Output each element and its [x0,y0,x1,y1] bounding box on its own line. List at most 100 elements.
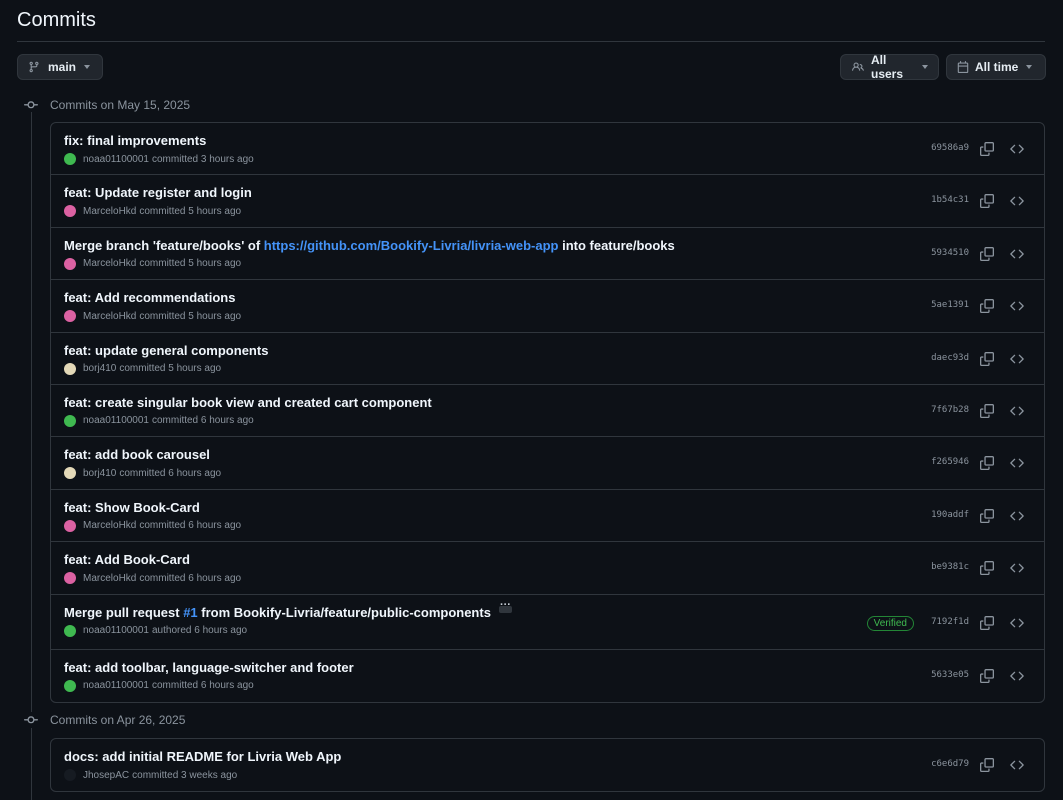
commit-message-link[interactable]: fix: final improvements [64,133,206,148]
avatar[interactable] [64,624,76,637]
commit-meta: MarceloHkd committed 5 hours ago [64,310,241,323]
commit-message-link[interactable]: feat: Show Book-Card [64,500,200,515]
copy-icon[interactable] [980,508,994,523]
browse-code-icon[interactable] [1010,299,1024,313]
commit-message-text[interactable]: into feature/books [558,238,675,253]
commit-author[interactable]: borj410 [83,363,116,374]
branch-label: main [48,60,77,74]
copy-icon[interactable] [980,456,994,471]
commit-message-text[interactable]: Merge pull request [64,605,183,620]
copy-icon[interactable] [980,246,994,261]
copy-icon[interactable] [980,403,994,418]
commit-message-text[interactable]: Merge branch 'feature/books' of [64,238,264,253]
commit-meta: MarceloHkd committed 6 hours ago [64,519,241,532]
copy-icon[interactable] [980,299,994,314]
copy-icon[interactable] [980,142,994,156]
browse-code-icon[interactable] [1010,758,1024,772]
copy-icon[interactable] [980,194,994,209]
page-title: Commits [17,9,96,31]
commit-author[interactable]: noaa01100001 [83,625,149,636]
browse-code-icon[interactable] [1010,561,1024,575]
users-filter-button[interactable]: All users [840,53,939,81]
commit-time: committed 5 hours ago [139,205,242,217]
commit-message-link[interactable]: docs: add initial README for Livria Web … [64,749,341,764]
commit-message: feat: add book carousel [64,447,210,462]
commit-message-text[interactable]: from Bookify-Livria/feature/public-compo… [198,605,491,620]
commit-sha[interactable]: 190addf [931,510,969,520]
commit-sha[interactable]: 5633e05 [931,670,969,680]
browse-code-icon[interactable] [1010,616,1024,630]
browse-code-icon[interactable] [1010,669,1024,683]
commit-sha[interactable]: 1b54c31 [931,195,969,205]
commit-message-link[interactable]: feat: add toolbar, language-switcher and… [64,660,354,675]
commit-time: committed 5 hours ago [139,258,242,270]
browse-code-icon[interactable] [1010,352,1024,366]
commit-sha[interactable]: daec93d [931,353,969,363]
avatar[interactable] [64,414,76,427]
commit-row: feat: Show Book-Card MarceloHkd committed … [51,490,1044,543]
copy-icon[interactable] [980,351,994,366]
avatar[interactable] [64,257,76,270]
commit-sha[interactable]: 7f67b28 [931,405,969,415]
commit-sha[interactable]: 7192f1d [931,617,969,627]
commit-author[interactable]: MarceloHkd [83,573,136,584]
expand-description-button[interactable] [498,599,512,613]
commit-message-link[interactable]: feat: Update register and login [64,185,252,200]
browse-code-icon[interactable] [1010,194,1024,208]
commit-author[interactable]: JhosepAC [83,770,129,781]
commit-message: feat: Show Book-Card [64,500,200,515]
commit-time: authored 6 hours ago [152,625,248,637]
commit-message: feat: Add Book-Card [64,552,190,567]
commit-message-link[interactable]: feat: update general components [64,343,268,358]
commit-author[interactable]: MarceloHkd [83,206,136,217]
copy-icon[interactable] [980,668,994,683]
avatar[interactable] [64,310,76,323]
time-filter-button[interactable]: All time [946,54,1046,80]
commit-author[interactable]: noaa01100001 [83,415,149,426]
commit-message-link[interactable]: feat: create singular book view and crea… [64,395,432,410]
commit-message: feat: add toolbar, language-switcher and… [64,660,354,675]
browse-code-icon[interactable] [1010,509,1024,523]
avatar[interactable] [64,153,76,165]
commit-message: feat: update general components [64,343,268,358]
commit-sha[interactable]: c6e6d79 [931,759,969,769]
commit-author[interactable]: noaa01100001 [83,680,149,691]
commit-sha[interactable]: 69586a9 [931,143,969,153]
commit-message-link[interactable]: feat: add book carousel [64,447,210,462]
commit-sha[interactable]: be9381c [931,562,969,572]
commit-message-link[interactable]: #1 [183,605,197,620]
avatar[interactable] [64,362,76,375]
avatar[interactable] [64,205,76,218]
commit-author[interactable]: MarceloHkd [83,520,136,531]
commit-meta: MarceloHkd committed 6 hours ago [64,572,241,585]
commit-message-link[interactable]: https://github.com/Bookify-Livria/livria… [264,238,559,253]
copy-icon[interactable] [980,615,994,630]
commit-author[interactable]: noaa01100001 [83,154,149,165]
browse-code-icon[interactable] [1010,142,1024,156]
commit-author[interactable]: MarceloHkd [83,258,136,269]
commit-group-header: Commits on May 15, 2025 [24,97,190,113]
verified-badge[interactable]: Verified [866,615,914,631]
browse-code-icon[interactable] [1010,456,1024,470]
commit-sha[interactable]: f265946 [931,457,969,467]
commit-row: feat: create singular book view and crea… [51,385,1044,438]
commit-message-link[interactable]: feat: Add Book-Card [64,552,190,567]
commit-sha[interactable]: 5ae1391 [931,300,969,310]
browse-code-icon[interactable] [1010,247,1024,261]
timeline-line [31,112,32,712]
copy-icon[interactable] [980,758,994,772]
calendar-icon [957,61,969,73]
avatar[interactable] [64,679,76,692]
browse-code-icon[interactable] [1010,404,1024,418]
avatar[interactable] [64,467,76,480]
commit-meta: MarceloHkd committed 5 hours ago [64,205,242,218]
commit-author[interactable]: MarceloHkd [83,311,136,322]
commit-message-link[interactable]: feat: Add recommendations [64,290,235,305]
commit-sha[interactable]: 5934510 [931,248,969,258]
avatar[interactable] [64,769,76,781]
branch-select-button[interactable]: main [17,54,103,80]
avatar[interactable] [64,572,76,585]
avatar[interactable] [64,519,76,532]
commit-author[interactable]: borj410 [83,468,116,479]
copy-icon[interactable] [980,561,994,576]
